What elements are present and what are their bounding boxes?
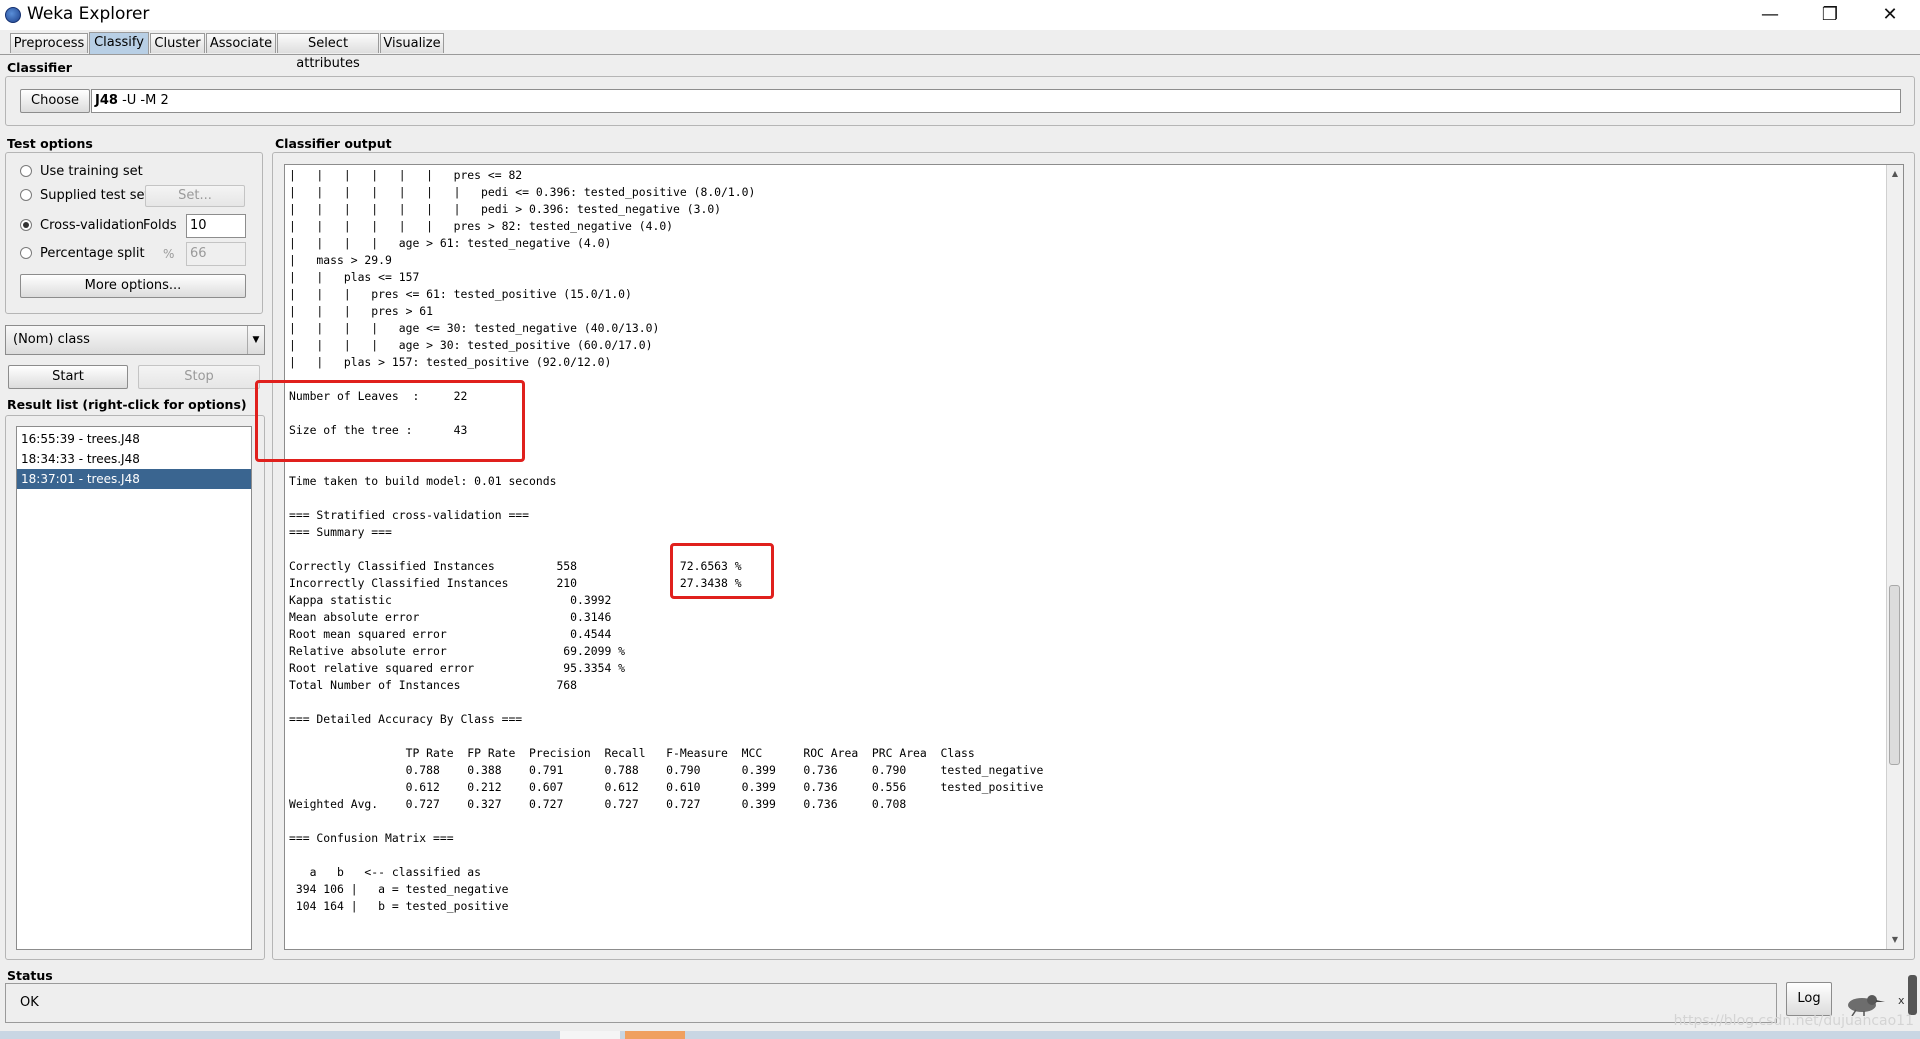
more-options-button[interactable]: More options...	[20, 274, 246, 298]
output-scrollbar[interactable]: ▲ ▼	[1886, 165, 1903, 949]
classifier-options: -U -M 2	[117, 93, 169, 108]
side-scroll-thumb[interactable]	[1908, 975, 1917, 1015]
tab-cluster[interactable]: Cluster	[150, 33, 205, 53]
stop-button[interactable]: Stop	[138, 365, 260, 389]
choose-classifier-button[interactable]: Choose	[20, 89, 90, 113]
set-test-set-button[interactable]: Set...	[145, 185, 245, 207]
result-list-section-label: Result list (right-click for options)	[7, 397, 247, 412]
restore-icon[interactable]: ❐	[1800, 0, 1860, 30]
supplied-test-set-radio[interactable]	[20, 189, 32, 201]
result-list[interactable]: 16:55:39 - trees.J48 18:34:33 - trees.J4…	[16, 426, 252, 950]
tab-select-attributes[interactable]: Select attributes	[277, 33, 379, 71]
result-list-item-selected[interactable]: 18:37:01 - trees.J48	[17, 469, 251, 489]
status-message: OK	[5, 983, 1777, 1023]
scroll-down-icon[interactable]: ▼	[1887, 933, 1903, 947]
highlight-box-tree-size	[255, 380, 525, 462]
class-attribute-select[interactable]: (Nom) class ▼	[5, 325, 265, 355]
log-button[interactable]: Log	[1786, 982, 1832, 1016]
highlight-box-accuracy	[670, 543, 774, 599]
window-title: Weka Explorer	[27, 4, 150, 24]
weka-app-icon	[5, 7, 21, 23]
scroll-up-icon[interactable]: ▲	[1887, 167, 1903, 181]
classifier-output-section-label: Classifier output	[275, 136, 392, 151]
result-list-item[interactable]: 18:34:33 - trees.J48	[17, 449, 251, 469]
percentage-input[interactable]: 66	[186, 242, 246, 266]
tab-associate[interactable]: Associate	[206, 33, 276, 53]
tab-bar: Preprocess Classify Cluster Associate Se…	[0, 30, 1920, 71]
percentage-split-radio[interactable]	[20, 247, 32, 259]
minimize-icon[interactable]: —	[1740, 0, 1800, 30]
taskbar-strip	[0, 1031, 1920, 1039]
classifier-config-field[interactable]: J48 -U -M 2	[91, 89, 1901, 113]
close-icon[interactable]: ✕	[1860, 0, 1920, 30]
classifier-output-text-area[interactable]: | | | | | | pres <= 82 | | | | | | | ped…	[284, 164, 1904, 950]
start-button[interactable]: Start	[8, 365, 128, 389]
percent-label: %	[163, 247, 175, 261]
use-training-set-radio[interactable]	[20, 165, 32, 177]
result-list-item[interactable]: 16:55:39 - trees.J48	[17, 429, 251, 449]
title-bar: Weka Explorer — ❐ ✕	[0, 0, 1920, 30]
classifier-section-label: Classifier	[7, 60, 72, 75]
chevron-down-icon[interactable]: ▼	[247, 326, 264, 354]
classifier-output-text: | | | | | | pres <= 82 | | | | | | | ped…	[289, 168, 1044, 913]
tab-classify[interactable]: Classify	[89, 32, 149, 54]
classifier-name: J48	[95, 93, 118, 108]
cross-validation-radio[interactable]	[20, 219, 32, 231]
folds-input[interactable]: 10	[186, 214, 246, 238]
taskbar-item	[625, 1031, 685, 1039]
tab-preprocess[interactable]: Preprocess	[10, 33, 88, 53]
tab-visualize[interactable]: Visualize	[380, 33, 444, 53]
status-section-label: Status	[7, 968, 53, 983]
class-attribute-value: (Nom) class	[13, 332, 90, 347]
folds-label: Folds	[143, 218, 177, 233]
test-options-section-label: Test options	[7, 136, 93, 151]
watermark-text: https://blog.csdn.net/dujuancao11	[1673, 1013, 1914, 1029]
scroll-thumb[interactable]	[1889, 585, 1900, 765]
taskbar-item	[560, 1031, 620, 1039]
